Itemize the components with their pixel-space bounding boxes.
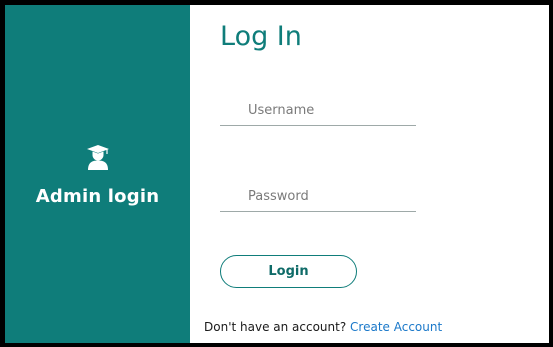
graduate-user-icon: [87, 145, 109, 170]
login-window: Admin login Log In Login Don't have an a…: [0, 0, 553, 347]
username-input[interactable]: [220, 96, 416, 126]
login-button[interactable]: Login: [220, 255, 357, 288]
admin-login-label: Admin login: [35, 186, 160, 207]
admin-side-panel: Admin login: [5, 5, 190, 343]
login-form: Log In Login Don't have an account? Crea…: [190, 5, 549, 343]
signup-row: Don't have an account? Create Account: [204, 320, 442, 334]
page-title: Log In: [220, 21, 302, 52]
password-input[interactable]: [220, 182, 416, 212]
create-account-link[interactable]: Create Account: [350, 320, 442, 334]
signup-prompt: Don't have an account?: [204, 320, 347, 334]
